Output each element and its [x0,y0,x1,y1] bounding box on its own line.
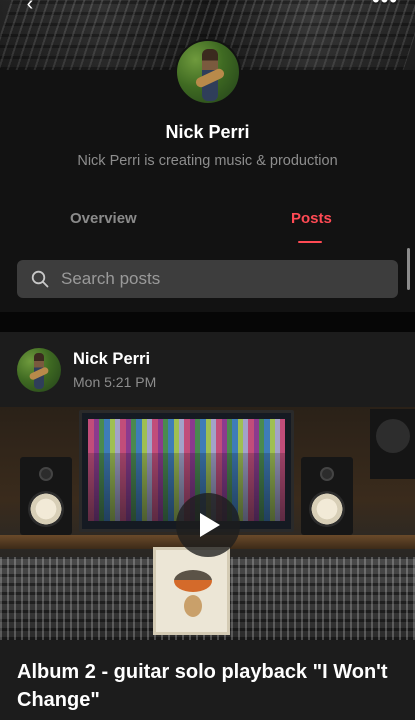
profile-avatar[interactable] [175,39,241,105]
search-input[interactable] [61,260,381,298]
search-icon [31,270,49,288]
profile-tagline: Nick Perri is creating music & productio… [77,153,338,169]
tab-posts[interactable]: Posts [291,210,332,227]
profile-tabs: Overview Posts [0,210,415,244]
more-options-button[interactable]: ••• [371,0,399,12]
profile-name: Nick Perri [165,122,250,142]
search-bar[interactable] [17,260,398,298]
speaker-left [20,457,72,535]
post-card[interactable]: Nick Perri Mon 5:21 PM Album 2 - guitar … [0,332,415,720]
post-author-name[interactable]: Nick Perri [73,350,150,369]
post-video-thumbnail[interactable] [0,407,415,640]
post-title[interactable]: Album 2 - guitar solo playback "I Won't … [17,658,397,714]
back-button[interactable]: ‹ [16,0,44,14]
play-icon [200,513,220,537]
section-divider [0,312,415,332]
post-timestamp: Mon 5:21 PM [73,374,157,390]
chevron-left-icon: ‹ [26,0,34,15]
more-horizontal-icon: ••• [372,0,398,12]
post-author-avatar[interactable] [17,348,61,392]
tab-overview[interactable]: Overview [70,210,137,227]
scrollbar[interactable] [407,248,410,290]
bird-artwork [153,547,230,635]
play-button[interactable] [176,493,240,557]
speaker-right [301,457,353,535]
active-tab-indicator [298,241,322,243]
profile-header: Nick Perri Nick Perri is creating music … [0,39,415,312]
